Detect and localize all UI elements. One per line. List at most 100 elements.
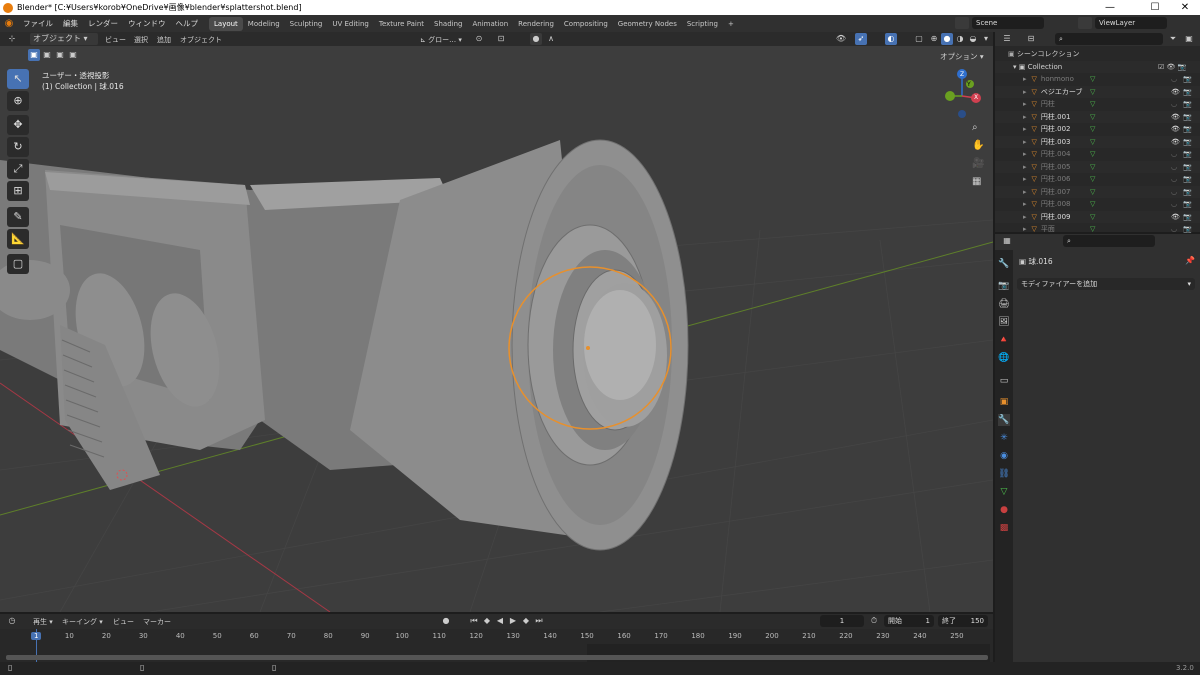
menu-object[interactable]: オブジェクト	[180, 35, 222, 45]
jump-start-icon[interactable]: ⏮	[468, 615, 480, 627]
expand-icon[interactable]: ▸	[1023, 88, 1027, 96]
hide-toggle-icon[interactable]: ◡	[1171, 98, 1177, 111]
add-cube-tool-icon[interactable]: ▢	[7, 254, 29, 274]
render-toggle-icon[interactable]: 📷	[1183, 86, 1192, 99]
tab-layout[interactable]: Layout	[209, 16, 243, 31]
texture-tab-icon[interactable]: ▩	[998, 522, 1010, 534]
close-button[interactable]: ✕	[1170, 0, 1200, 15]
tab-compositing[interactable]: Compositing	[559, 17, 613, 31]
proportional-edit-icon[interactable]: ●	[530, 33, 542, 45]
zoom-icon[interactable]: ⌕	[972, 122, 978, 133]
hide-toggle-icon[interactable]: ◡	[1171, 198, 1177, 211]
start-frame-field[interactable]: 開始 1	[884, 615, 934, 627]
tab-geometry-nodes[interactable]: Geometry Nodes	[613, 17, 682, 31]
select-tool-icon[interactable]: ↖	[7, 69, 29, 89]
hide-toggle-icon[interactable]: ◡	[1171, 173, 1177, 186]
falloff-icon[interactable]: ∧	[545, 33, 557, 45]
xray-icon[interactable]: ▢	[913, 33, 925, 45]
tab-texture-paint[interactable]: Texture Paint	[374, 17, 429, 31]
expand-icon[interactable]: ▸	[1023, 150, 1027, 158]
expand-icon[interactable]: ▸	[1023, 113, 1027, 121]
modifier-tab-icon[interactable]: 🔧	[998, 414, 1010, 426]
menu-keying[interactable]: キーイング ▾	[62, 617, 103, 627]
render-toggle-icon[interactable]: 📷	[1183, 186, 1192, 199]
menu-playback[interactable]: 再生 ▾	[33, 617, 53, 627]
expand-icon[interactable]: ▸	[1023, 200, 1027, 208]
outliner-search-input[interactable]: ⌕	[1055, 33, 1163, 45]
scale-tool-icon[interactable]: ⤢	[7, 159, 29, 179]
outliner-item[interactable]: ▸ ▽ honmono ▽ ◡ 📷	[995, 73, 1200, 86]
menu-edit[interactable]: 編集	[58, 18, 83, 29]
expand-icon[interactable]: ▸	[1023, 138, 1027, 146]
menu-render[interactable]: レンダー	[83, 18, 123, 29]
perspective-grid-icon[interactable]: ▦	[972, 176, 981, 187]
new-collection-icon[interactable]: ▣	[1183, 33, 1195, 45]
shading-options-icon[interactable]: ▾	[980, 33, 992, 45]
expand-icon[interactable]: ▸	[1023, 163, 1027, 171]
timeline-scrollbar[interactable]	[6, 655, 988, 660]
view-layer-field[interactable]: ViewLayer	[1095, 17, 1167, 29]
outliner-item[interactable]: ▸ ▽ 円柱.005 ▽ ◡ 📷	[995, 160, 1200, 173]
hide-toggle-icon[interactable]: 👁	[1171, 211, 1180, 224]
prev-keyframe-icon[interactable]: ◆	[481, 615, 493, 627]
timeline-editor-type-icon[interactable]: ◷	[6, 615, 18, 627]
end-frame-field[interactable]: 終了 150	[938, 615, 988, 627]
outliner-item[interactable]: ▸ ▽ ベジエカーブ ▽ 👁 📷	[995, 85, 1200, 99]
hide-toggle-icon[interactable]: 👁	[1171, 136, 1180, 149]
menu-view[interactable]: ビュー	[105, 35, 126, 45]
move-tool-icon[interactable]: ✥	[7, 115, 29, 135]
tab-rendering[interactable]: Rendering	[513, 17, 559, 31]
camera-view-icon[interactable]: 🎥	[972, 158, 984, 169]
shading-wireframe-icon[interactable]: ⊕	[928, 33, 940, 45]
menu-window[interactable]: ウィンドウ	[123, 18, 171, 29]
render-toggle-icon[interactable]: 📷	[1183, 136, 1192, 149]
expand-icon[interactable]: ▸	[1023, 75, 1027, 83]
play-reverse-icon[interactable]: ◀	[494, 615, 506, 627]
record-icon[interactable]: ●	[440, 615, 452, 627]
menu-timeline-view[interactable]: ビュー	[113, 617, 134, 627]
tab-shading[interactable]: Shading	[429, 17, 467, 31]
cursor-tool-icon[interactable]: ⊕	[7, 91, 29, 111]
outliner-item[interactable]: ▸ ▽ 円柱 ▽ ◡ 📷	[995, 98, 1200, 111]
current-frame-field[interactable]: 1	[820, 615, 864, 627]
expand-icon[interactable]: ▸	[1023, 188, 1027, 196]
next-keyframe-icon[interactable]: ◆	[520, 615, 532, 627]
menu-add[interactable]: 追加	[157, 35, 171, 45]
render-toggle-icon[interactable]: 📷	[1183, 98, 1192, 111]
editor-type-icon[interactable]: ⊹	[6, 33, 18, 45]
particles-tab-icon[interactable]: ✳	[998, 432, 1010, 444]
pivot-icon[interactable]: ⊙	[473, 33, 485, 45]
select-invert-icon[interactable]: ▣	[67, 49, 79, 61]
outliner-item[interactable]: ▸ ▽ 円柱.009 ▽ 👁 📷	[995, 210, 1200, 224]
view-layer-icon[interactable]	[1078, 17, 1092, 29]
view-layer-tab-icon[interactable]: 🖼	[998, 316, 1010, 328]
expand-icon[interactable]: ▸	[1023, 225, 1027, 233]
render-toggle-icon[interactable]: 📷	[1183, 211, 1192, 224]
physics-tab-icon[interactable]: ◉	[998, 450, 1010, 462]
data-tab-icon[interactable]: ▽	[998, 486, 1010, 498]
expand-icon[interactable]: ▸	[1023, 100, 1027, 108]
3d-viewport[interactable]: ユーザー・透視投影 (1) Collection | 球.016 オプション ▾…	[0, 46, 993, 612]
rotate-tool-icon[interactable]: ↻	[7, 137, 29, 157]
pan-hand-icon[interactable]: ✋	[972, 140, 984, 151]
properties-editor-type-icon[interactable]: ▦	[1001, 235, 1013, 247]
scene-tab-icon[interactable]: 🔺	[998, 334, 1010, 346]
pin-icon[interactable]: 📌	[1185, 256, 1195, 265]
stopwatch-icon[interactable]: ⏱	[868, 615, 880, 627]
render-tab-icon[interactable]: 📷	[998, 280, 1010, 292]
render-toggle-icon[interactable]: 📷	[1183, 73, 1192, 86]
overlay-toggle-icon[interactable]: ◐	[885, 33, 897, 45]
maximize-button[interactable]: ☐	[1140, 0, 1170, 15]
tab-modeling[interactable]: Modeling	[243, 17, 285, 31]
expand-icon[interactable]: ▸	[1023, 213, 1027, 221]
menu-help[interactable]: ヘルプ	[171, 18, 204, 29]
tool-tab-icon[interactable]: 🔧	[998, 258, 1010, 270]
outliner-item[interactable]: ▸ ▽ 円柱.008 ▽ ◡ 📷	[995, 198, 1200, 211]
transform-orientation[interactable]: ⊾ グロー… ▾	[420, 35, 462, 45]
annotate-tool-icon[interactable]: ✎	[7, 207, 29, 227]
measure-tool-icon[interactable]: 📐	[7, 229, 29, 249]
expand-icon[interactable]: ▸	[1023, 175, 1027, 183]
outliner-item[interactable]: ▸ ▽ 円柱.006 ▽ ◡ 📷	[995, 173, 1200, 186]
render-toggle-icon[interactable]: 📷	[1183, 148, 1192, 161]
menu-file[interactable]: ファイル	[18, 18, 58, 29]
